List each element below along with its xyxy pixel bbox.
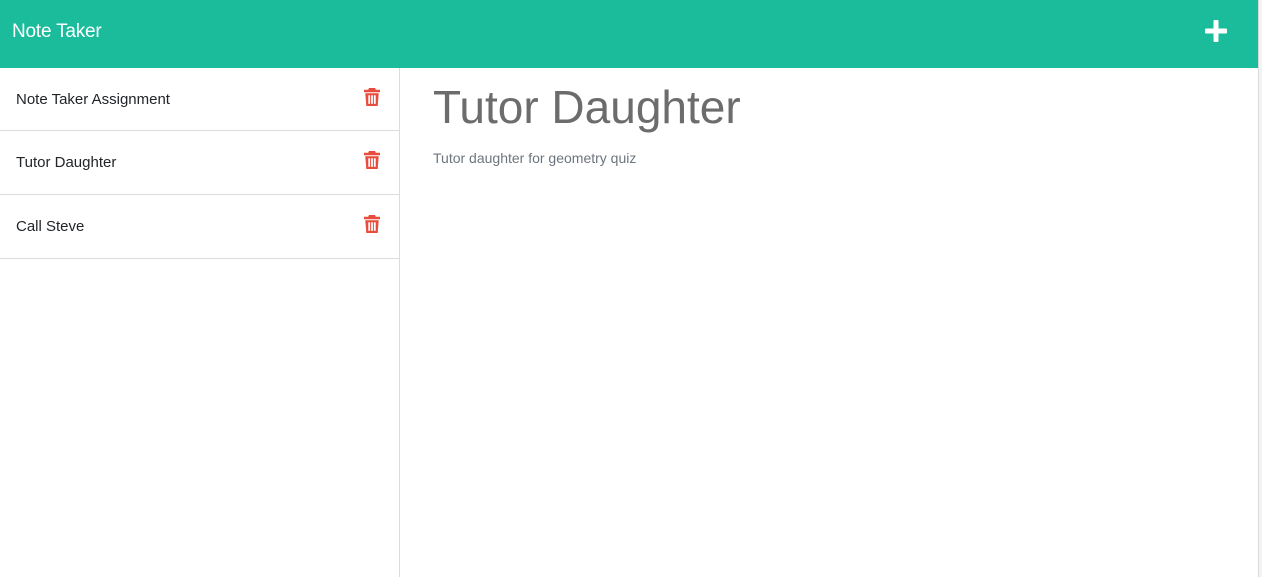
top-navbar: Note Taker <box>0 0 1258 68</box>
notes-sidebar: Note Taker Assignment Tutor Daughter Cal… <box>0 68 400 577</box>
note-text-area[interactable]: Tutor daughter for geometry quiz <box>433 148 1213 548</box>
delete-note-button[interactable] <box>363 214 381 234</box>
delete-note-button[interactable] <box>363 150 381 170</box>
trash-icon <box>364 88 380 106</box>
note-title-input[interactable] <box>433 78 1213 136</box>
new-note-button[interactable] <box>1203 18 1229 44</box>
window-right-edge <box>1258 0 1262 577</box>
note-list-item[interactable]: Call Steve <box>0 195 399 259</box>
app-title[interactable]: Note Taker <box>12 20 102 44</box>
note-taker-app: Note Taker Note Taker Assignment Tutor D… <box>0 0 1258 577</box>
plus-icon <box>1205 20 1227 42</box>
trash-icon <box>364 215 380 233</box>
note-editor: Tutor daughter for geometry quiz <box>401 68 1258 577</box>
note-list-item[interactable]: Tutor Daughter <box>0 131 399 195</box>
note-list-item-title[interactable]: Call Steve <box>16 217 84 237</box>
note-list-item[interactable]: Note Taker Assignment <box>0 68 399 131</box>
note-list: Note Taker Assignment Tutor Daughter Cal… <box>0 68 399 259</box>
delete-note-button[interactable] <box>363 87 381 107</box>
trash-icon <box>364 151 380 169</box>
note-list-item-title[interactable]: Tutor Daughter <box>16 153 116 173</box>
note-list-item-title[interactable]: Note Taker Assignment <box>16 90 170 110</box>
